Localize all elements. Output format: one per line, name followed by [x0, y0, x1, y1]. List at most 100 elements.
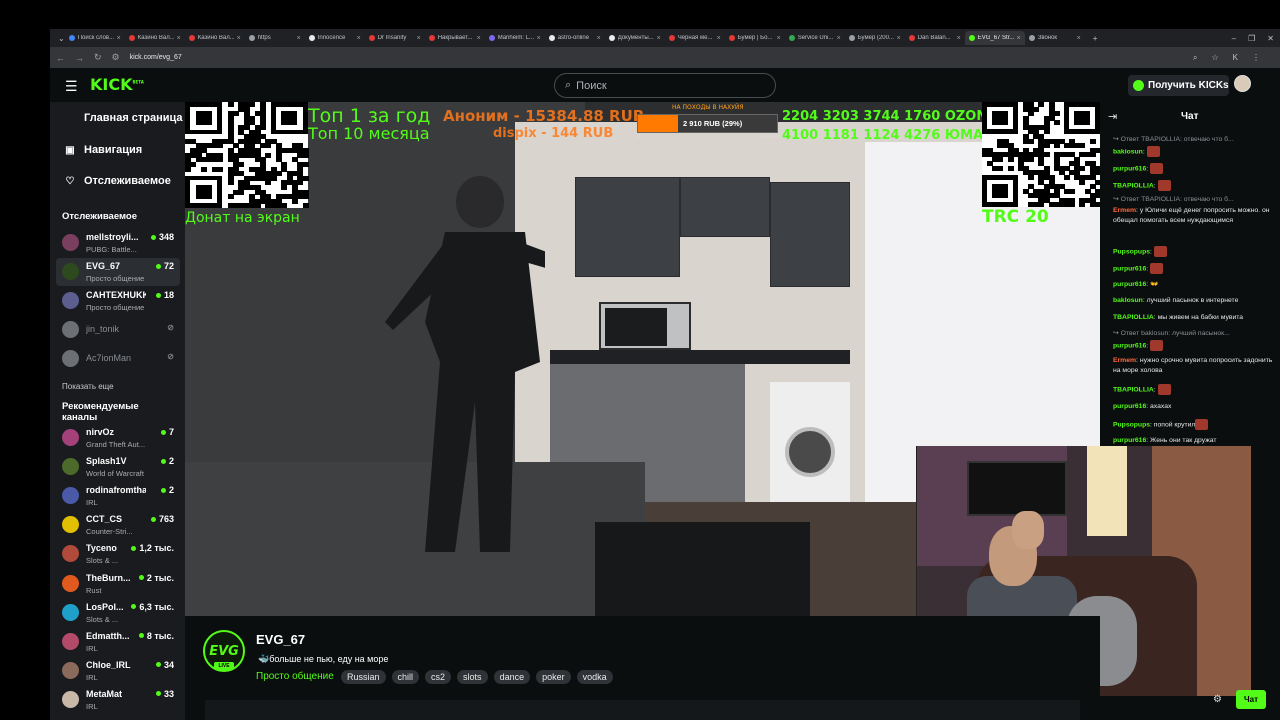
chat-username[interactable]: Pupsopups: [1113, 421, 1150, 428]
tab-close-icon[interactable]: ×: [477, 35, 481, 42]
url-field[interactable]: kick.com/evg_67: [130, 54, 182, 61]
sidebar-channel[interactable]: mellstroyli... PUBG: Battle... 348: [56, 229, 180, 257]
chat-username[interactable]: baklosun: [1113, 297, 1143, 304]
tab-close-icon[interactable]: ×: [537, 35, 541, 42]
tab-close-icon[interactable]: ×: [417, 35, 421, 42]
close-window-icon[interactable]: ✕: [1267, 34, 1274, 43]
tab-close-icon[interactable]: ×: [717, 35, 721, 42]
tab-close-icon[interactable]: ×: [237, 35, 241, 42]
site-info-icon[interactable]: ⚙: [112, 52, 120, 63]
chat-username[interactable]: Ermem: [1113, 357, 1136, 364]
browser-tab[interactable]: Казино Вал... ×: [185, 31, 245, 45]
stream-tag[interactable]: poker: [536, 670, 571, 684]
sidebar-channel[interactable]: Edmatth... IRL 8 тыс.: [56, 628, 180, 656]
maximize-icon[interactable]: ❐: [1248, 34, 1255, 43]
browser-tab[interactable]: Черная ме... ×: [665, 31, 725, 45]
show-more-link[interactable]: Показать еще: [62, 382, 114, 391]
new-tab-icon[interactable]: +: [1093, 34, 1098, 43]
sidebar-nav-compass[interactable]: ▣ Навигация: [50, 138, 185, 162]
user-avatar[interactable]: [1234, 75, 1251, 92]
sidebar-channel[interactable]: LosPol... Slots & ... 6,3 тыс.: [56, 599, 180, 627]
channel-name[interactable]: EVG_67: [256, 632, 305, 647]
tab-close-icon[interactable]: ×: [657, 35, 661, 42]
chat-username[interactable]: Pupsopups: [1113, 248, 1150, 255]
chat-username[interactable]: purpur616: [1113, 437, 1146, 444]
tab-close-icon[interactable]: ×: [117, 35, 121, 42]
chat-send-button[interactable]: Чат: [1236, 690, 1266, 709]
chat-username[interactable]: TBAPIOLLIA: [1113, 182, 1154, 189]
sidebar-channel[interactable]: EVG_67 Просто общение 72: [56, 258, 180, 286]
stream-tag[interactable]: slots: [457, 670, 488, 684]
sidebar-nav-heart[interactable]: ♡ Отслеживаемое: [50, 169, 185, 193]
menu-dots-icon[interactable]: ⋮: [1252, 53, 1260, 62]
sidebar-channel[interactable]: TheBurn... Rust 2 тыс.: [56, 570, 180, 598]
tab-close-icon[interactable]: ×: [357, 35, 361, 42]
bookmark-star-icon[interactable]: ☆: [1211, 53, 1218, 62]
browser-tab[interactable]: Бумер (200... ×: [845, 31, 905, 45]
tab-close-icon[interactable]: ×: [837, 35, 841, 42]
browser-tab[interactable]: Innocence ×: [305, 31, 365, 45]
sidebar-channel[interactable]: Tyceno Slots & ... 1,2 тыс.: [56, 540, 180, 568]
goal-max: 10 000: [762, 134, 780, 140]
tab-close-icon[interactable]: ×: [1017, 35, 1021, 42]
sidebar-channel[interactable]: CAHTEXHUKK Просто общение 18: [56, 287, 180, 315]
sidebar-channel[interactable]: Splash1V World of Warcraft 2: [56, 453, 180, 481]
browser-tab[interactable]: Dr Insanity ×: [365, 31, 425, 45]
zoom-icon[interactable]: ⌕: [1193, 53, 1197, 63]
chat-username[interactable]: purpur616: [1113, 281, 1146, 288]
sidebar-channel[interactable]: nirvOz Grand Theft Aut... 7: [56, 424, 180, 452]
sidebar-channel[interactable]: jin_tonik ⊘: [56, 316, 180, 344]
tab-close-icon[interactable]: ×: [177, 35, 181, 42]
hamburger-icon[interactable]: ☰: [65, 78, 78, 95]
sidebar-channel[interactable]: rodinafromthai IRL 2: [56, 482, 180, 510]
tab-close-icon[interactable]: ×: [1077, 35, 1081, 42]
browser-tab[interactable]: Казино Вал... ×: [125, 31, 185, 45]
chat-username[interactable]: purpur616: [1113, 403, 1146, 410]
browser-tab[interactable]: Поиск слов... ×: [65, 31, 125, 45]
stream-tag[interactable]: cs2: [425, 670, 452, 684]
browser-tab[interactable]: EVG_67 Str... ×: [964, 31, 1025, 45]
browser-tab[interactable]: Service Uni... ×: [785, 31, 845, 45]
browser-tab[interactable]: Dan Balan... ×: [905, 31, 965, 45]
back-icon[interactable]: ←: [56, 53, 65, 63]
tab-close-icon[interactable]: ×: [777, 35, 781, 42]
chat-settings-icon[interactable]: ⚙: [1213, 694, 1222, 705]
minimize-icon[interactable]: –: [1232, 34, 1236, 43]
chat-username[interactable]: TBAPIOLLIA: [1113, 314, 1154, 321]
sidebar-channel[interactable]: Ac7ionMan ⊘: [56, 345, 180, 373]
chat-username[interactable]: purpur616: [1113, 165, 1146, 172]
sidebar-nav-home[interactable]: Главная страница: [50, 106, 185, 130]
sidebar-channel[interactable]: CCT_CS Counter-Stri... 763: [56, 511, 180, 539]
tab-close-icon[interactable]: ×: [897, 35, 901, 42]
forward-icon[interactable]: →: [75, 53, 84, 63]
tab-close-icon[interactable]: ×: [597, 35, 601, 42]
collapse-chat-icon[interactable]: ⇥: [1108, 110, 1117, 123]
chat-username[interactable]: Ermem: [1113, 207, 1136, 214]
tab-close-icon[interactable]: ×: [957, 35, 961, 42]
get-kicks-button[interactable]: Получить KICKs: [1128, 75, 1229, 96]
search-input[interactable]: ⌕ Поиск: [554, 73, 776, 98]
extension-icon[interactable]: K: [1233, 53, 1238, 62]
sidebar-channel[interactable]: MetaMat IRL 33: [56, 686, 180, 714]
stream-tag[interactable]: chill: [391, 670, 420, 684]
stream-category[interactable]: Просто общение: [256, 671, 334, 682]
stream-tag[interactable]: Russian: [341, 670, 386, 684]
tab-list-icon[interactable]: ⌄: [58, 34, 65, 43]
tab-close-icon[interactable]: ×: [297, 35, 301, 42]
chat-username[interactable]: bakiosun: [1113, 148, 1143, 155]
reload-icon[interactable]: ↻: [94, 52, 102, 63]
chat-username[interactable]: TBAPIOLLIA: [1113, 386, 1154, 393]
chat-username[interactable]: purpur616: [1113, 342, 1146, 349]
browser-tab[interactable]: https ×: [245, 31, 305, 45]
browser-tab[interactable]: astro-online ×: [545, 31, 605, 45]
browser-tab[interactable]: Бумер | Бо... ×: [725, 31, 785, 45]
stream-tag[interactable]: vodka: [576, 670, 613, 684]
browser-tab[interactable]: Накрывает... ×: [425, 31, 485, 45]
browser-tab[interactable]: Звонок ×: [1025, 31, 1085, 45]
sidebar-channel[interactable]: Chloe_IRL IRL 34: [56, 657, 180, 685]
browser-tab[interactable]: Документы... ×: [605, 31, 665, 45]
stream-tag[interactable]: dance: [493, 670, 531, 684]
chat-username[interactable]: purpur616: [1113, 265, 1146, 272]
kick-logo[interactable]: KICKBETA: [90, 75, 144, 94]
browser-tab[interactable]: Manheim: L... ×: [485, 31, 545, 45]
